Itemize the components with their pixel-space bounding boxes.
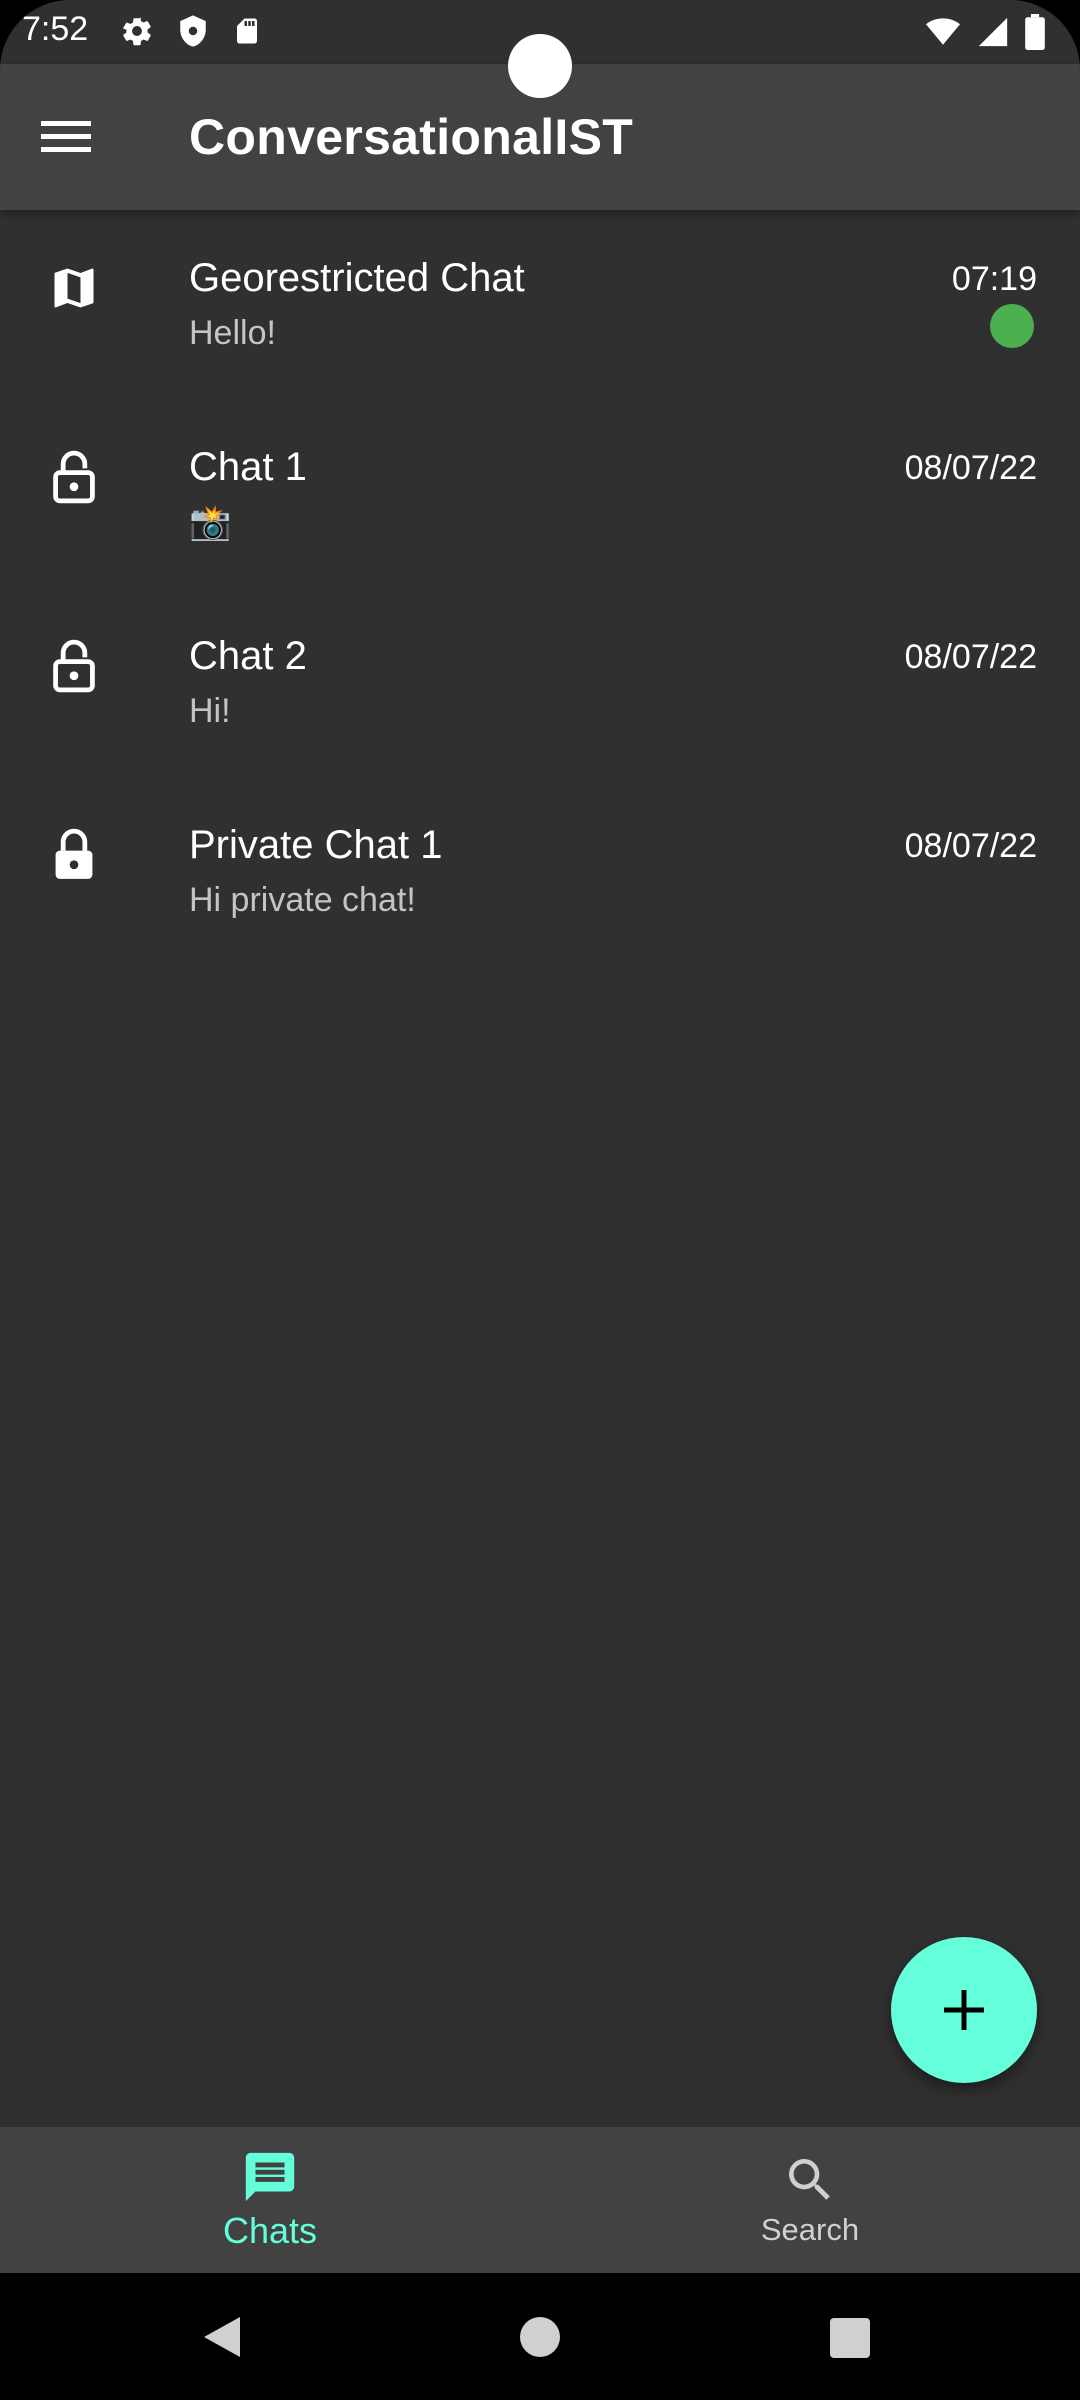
system-navigation-bar <box>0 2273 1080 2400</box>
new-chat-button[interactable] <box>891 1937 1037 2083</box>
status-left-icons <box>120 14 262 53</box>
chat-name: Georestricted Chat <box>189 256 525 300</box>
chat-time: 08/07/22 <box>904 449 1037 487</box>
lock-open-icon <box>44 636 104 696</box>
status-time: 7:52 <box>22 10 89 48</box>
search-icon <box>789 2159 830 2200</box>
menu-icon[interactable] <box>34 105 98 169</box>
chat-list: Georestricted Chat Hello! 07:19 Chat 1 📸… <box>0 210 1080 966</box>
chat-name: Private Chat 1 <box>189 823 443 867</box>
tab-chats[interactable]: Chats <box>0 2127 540 2273</box>
unread-indicator <box>990 304 1034 348</box>
battery-icon <box>1024 14 1046 55</box>
chat-preview: Hi! <box>189 692 231 730</box>
chat-name: Chat 1 <box>189 445 307 489</box>
app-title: ConversationalIST <box>189 109 634 165</box>
plus-icon <box>944 1990 984 2030</box>
tab-search-label: Search <box>760 2212 860 2247</box>
map-icon <box>44 258 104 318</box>
chat-preview: Hi private chat! <box>189 881 416 919</box>
chat-icon <box>245 2152 295 2202</box>
status-right-icons <box>924 14 1046 55</box>
tab-search[interactable]: Search <box>540 2127 1080 2273</box>
back-icon[interactable] <box>200 2313 244 2366</box>
settings-icon <box>120 14 154 53</box>
chat-time: 08/07/22 <box>904 638 1037 676</box>
signal-icon <box>976 15 1010 54</box>
phone-screen: 7:52 ConversationalIST Georestricted Cha… <box>0 0 1080 2400</box>
chat-item-georestricted[interactable]: Georestricted Chat Hello! 07:19 <box>0 210 1080 399</box>
wifi-icon <box>924 15 962 54</box>
chat-time: 08/07/22 <box>904 827 1037 865</box>
chat-item-chat-2[interactable]: Chat 2 Hi! 08/07/22 <box>0 588 1080 777</box>
tab-chats-label: Chats <box>222 2210 318 2251</box>
camera-cutout <box>508 34 572 98</box>
home-icon[interactable] <box>520 2317 560 2357</box>
shield-icon <box>176 14 210 53</box>
chat-time: 07:19 <box>951 260 1037 298</box>
sd-card-icon <box>232 14 262 53</box>
chat-item-chat-1[interactable]: Chat 1 📸 08/07/22 <box>0 399 1080 588</box>
lock-open-icon <box>44 447 104 507</box>
bottom-navigation: Chats Search <box>0 2127 1080 2273</box>
recents-icon[interactable] <box>830 2318 870 2358</box>
chat-preview: 📸 <box>189 504 232 542</box>
lock-icon <box>44 825 104 885</box>
chat-name: Chat 2 <box>189 634 307 678</box>
chat-preview: Hello! <box>189 314 276 352</box>
chat-item-private-chat-1[interactable]: Private Chat 1 Hi private chat! 08/07/22 <box>0 777 1080 966</box>
